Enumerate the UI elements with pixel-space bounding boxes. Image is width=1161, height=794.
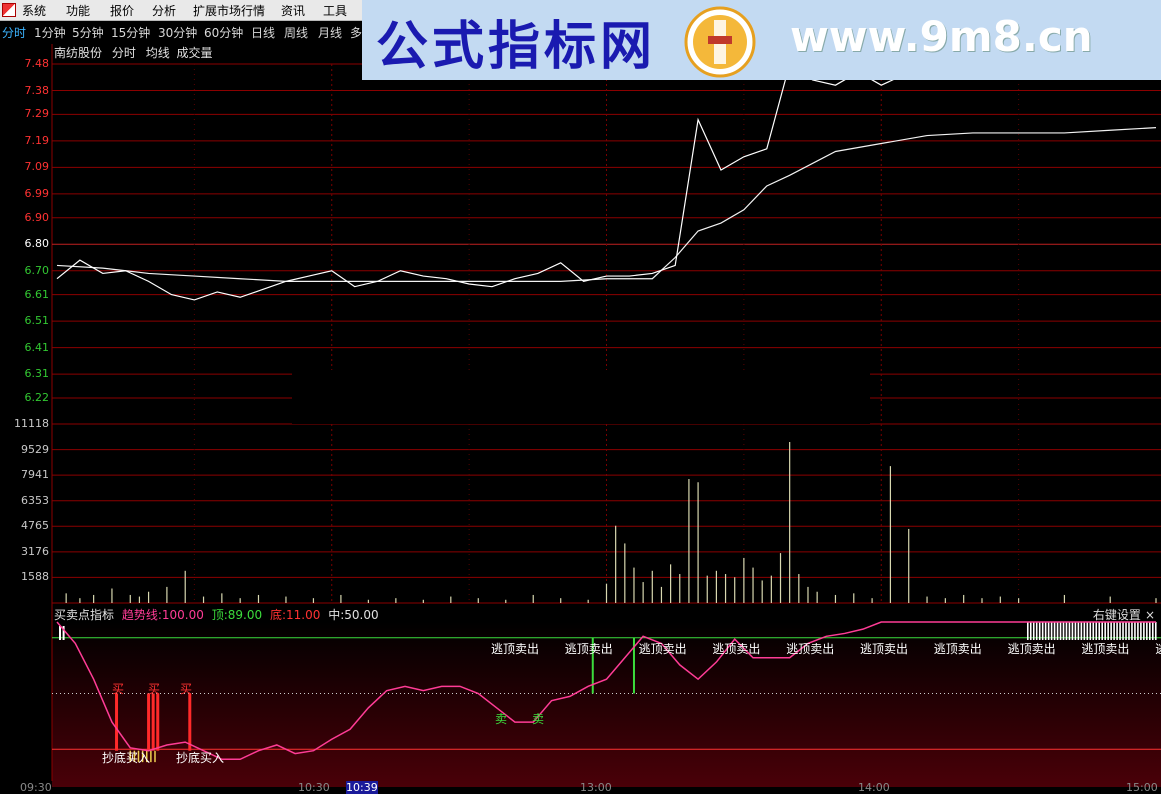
- banner-title: 公式指标网: [376, 17, 657, 77]
- right-settings[interactable]: 右键设置 ×: [1093, 606, 1155, 623]
- sell-top-label: 逃: [1155, 640, 1161, 657]
- volume-tick-label: 4765: [21, 519, 49, 533]
- sell-top-label: 逃顶卖出: [491, 642, 540, 656]
- volume-tick-label: 6353: [21, 493, 49, 507]
- indicator-header: 买卖点指标 趋势线:100.00 顶:89.00 底:11.00 中:50.00: [54, 606, 383, 623]
- masked-area: [292, 370, 870, 424]
- seal-logo-icon: [684, 6, 756, 78]
- volume-tick-label: 7941: [21, 468, 49, 482]
- time-tick-label: 13:00: [580, 781, 612, 794]
- sell-label: 卖: [495, 712, 508, 726]
- banner-url: www.9m8.cn: [790, 12, 1093, 61]
- watermark-banner: 公式指标网 www.9m8.cn: [362, 0, 1161, 80]
- stock-name: 南纺股份: [54, 46, 103, 60]
- time-tick-label: 09:30: [20, 781, 52, 794]
- price-tick-label: 6.61: [24, 287, 50, 301]
- sell-label: 卖: [532, 712, 545, 726]
- top-label: 顶:: [211, 608, 228, 622]
- sell-top-label: 逃顶卖出: [933, 642, 982, 656]
- sell-top-label: 逃顶卖出: [1007, 642, 1056, 656]
- sell-top-label: 逃顶卖出: [638, 642, 687, 656]
- right-settings-label[interactable]: 右键设置: [1093, 608, 1141, 622]
- price-tick-label: 6.99: [24, 186, 50, 200]
- mid-label: 中:: [328, 608, 345, 622]
- chart-mode-label: 分时: [111, 46, 136, 60]
- volume-label: 成交量: [176, 46, 213, 60]
- top-value: 89.00: [227, 608, 263, 622]
- volume-tick-label: 9529: [21, 442, 49, 456]
- time-tick-label: 15:00: [1126, 781, 1158, 794]
- price-tick-label: 6.90: [24, 210, 50, 224]
- chart-title-line: 南纺股份 分时 均线 成交量: [54, 44, 219, 61]
- buy-label: 买: [112, 682, 125, 696]
- time-tick-label: 14:00: [858, 781, 890, 794]
- bottom-label: 底:: [269, 608, 286, 622]
- price-tick-label: 7.48: [24, 57, 50, 70]
- trend-label: 趋势线:: [121, 608, 162, 622]
- bottom-buy-label: 抄底买入: [176, 751, 225, 765]
- time-tick-label: 10:39: [346, 781, 378, 794]
- buy-label: 买: [148, 682, 161, 696]
- volume-tick-label: 11118: [14, 417, 49, 430]
- price-tick-label: 6.80: [24, 237, 50, 251]
- price-tick-label: 6.70: [24, 263, 50, 277]
- sell-top-label: 逃顶卖出: [712, 642, 761, 656]
- volume-tick-label: 3176: [21, 544, 49, 558]
- time-tick-label: 10:30: [298, 781, 330, 794]
- trend-value: 100.00: [161, 608, 204, 622]
- volume-tick-label: 1588: [21, 570, 49, 584]
- price-tick-label: 6.22: [24, 391, 50, 404]
- sell-top-label: 逃顶卖出: [860, 642, 909, 656]
- ma-label: 均线: [145, 46, 170, 60]
- price-tick-label: 6.31: [24, 367, 50, 381]
- price-tick-label: 7.19: [24, 133, 50, 147]
- bottom-value: 11.00: [286, 608, 321, 622]
- price-tick-label: 6.51: [24, 314, 50, 328]
- price-tick-label: 7.38: [24, 83, 50, 97]
- bottom-buy-label: 抄底买入: [102, 751, 151, 765]
- buy-label: 买: [180, 682, 193, 696]
- price-tick-label: 7.29: [24, 107, 50, 121]
- intraday-chart[interactable]: [0, 0, 1161, 791]
- close-icon[interactable]: ×: [1145, 608, 1155, 622]
- indicator-name: 买卖点指标: [54, 608, 115, 622]
- price-tick-label: 7.09: [24, 160, 50, 174]
- sell-top-label: 逃顶卖出: [786, 642, 835, 656]
- sell-top-label: 逃顶卖出: [564, 642, 613, 656]
- price-tick-label: 6.41: [24, 340, 50, 354]
- sell-top-label: 逃顶卖出: [1081, 642, 1130, 656]
- mid-value: 50.00: [344, 608, 379, 622]
